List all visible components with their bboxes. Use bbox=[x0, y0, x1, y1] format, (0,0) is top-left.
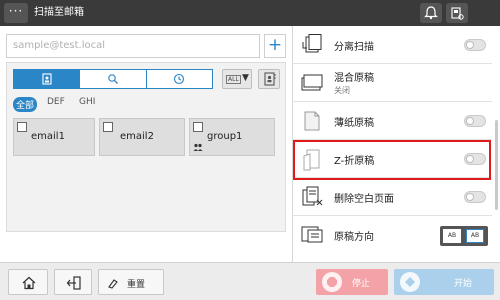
index-tab-ghi[interactable]: GHI bbox=[79, 97, 95, 107]
add-address-button[interactable]: + bbox=[264, 34, 286, 58]
home-button[interactable] bbox=[8, 269, 48, 295]
destination-label: email1 bbox=[31, 131, 65, 142]
tab-search[interactable] bbox=[80, 70, 147, 88]
device-status-button[interactable] bbox=[446, 3, 468, 23]
original-direction-selector[interactable]: AB AB bbox=[440, 226, 488, 246]
settings-row-mixed-original[interactable]: 混合原稿 关闭 bbox=[292, 64, 492, 102]
address-book-button[interactable] bbox=[258, 69, 280, 89]
start-button[interactable]: 开始 bbox=[394, 269, 494, 295]
settings-scrollbar[interactable] bbox=[495, 120, 498, 210]
page-title: 扫描至邮箱 bbox=[34, 7, 84, 18]
menu-button[interactable]: ··· bbox=[4, 3, 28, 23]
settings-label: 混合原稿 bbox=[334, 73, 374, 84]
direction-option-upright[interactable]: AB bbox=[443, 229, 461, 243]
checkbox[interactable] bbox=[17, 122, 27, 132]
destination-item[interactable]: email1 bbox=[13, 118, 95, 156]
stop-icon-bg bbox=[322, 272, 342, 292]
all-badge: ALL bbox=[226, 75, 241, 84]
toggle-switch[interactable] bbox=[464, 115, 486, 127]
group-icon bbox=[193, 143, 203, 151]
reset-button[interactable]: 重置 bbox=[98, 269, 164, 295]
start-icon-bg bbox=[400, 272, 420, 292]
home-icon bbox=[22, 276, 36, 290]
stop-button[interactable]: 停止 bbox=[316, 269, 388, 295]
address-placeholder: sample@test.local bbox=[13, 40, 106, 51]
start-label: 开始 bbox=[454, 279, 473, 289]
reset-label: 重置 bbox=[127, 280, 146, 290]
tab-history[interactable] bbox=[147, 70, 212, 88]
settings-row-blank-page-removal[interactable]: 删除空白页面 bbox=[292, 178, 492, 216]
address-input[interactable]: sample@test.local bbox=[6, 34, 260, 58]
bell-icon bbox=[424, 6, 438, 20]
checkbox[interactable] bbox=[103, 122, 113, 132]
search-icon bbox=[108, 74, 118, 84]
toggle-switch[interactable] bbox=[464, 39, 486, 51]
destination-label: group1 bbox=[207, 131, 243, 142]
settings-label: 分离扫描 bbox=[334, 42, 374, 53]
notification-button[interactable] bbox=[420, 3, 442, 23]
clock-icon bbox=[174, 73, 185, 85]
settings-row-separate-scan[interactable]: 分离扫描 bbox=[292, 26, 492, 64]
start-icon bbox=[405, 277, 415, 287]
mixed-original-icon bbox=[301, 74, 323, 91]
eraser-icon bbox=[108, 279, 118, 289]
logout-button[interactable] bbox=[54, 269, 92, 295]
address-book-icon bbox=[42, 73, 52, 85]
toggle-switch[interactable] bbox=[464, 191, 486, 203]
destination-item[interactable]: group1 bbox=[189, 118, 275, 156]
toggle-knob bbox=[466, 41, 474, 49]
index-tab-def[interactable]: DEF bbox=[47, 97, 65, 107]
index-tab-all[interactable]: 全部 bbox=[13, 97, 38, 112]
address-book-detail-icon bbox=[264, 72, 276, 86]
settings-sub-value: 关闭 bbox=[334, 86, 350, 95]
chevron-down-icon: ▼ bbox=[242, 73, 249, 83]
destination-item[interactable]: email2 bbox=[99, 118, 185, 156]
separate-scan-icon bbox=[302, 34, 322, 53]
thin-paper-icon bbox=[304, 111, 320, 131]
logout-icon bbox=[66, 276, 81, 290]
stop-icon bbox=[327, 277, 337, 287]
tab-address-book[interactable] bbox=[14, 70, 81, 88]
direction-option-rotated[interactable]: AB bbox=[466, 229, 484, 243]
original-direction-icon bbox=[301, 226, 323, 243]
stop-label: 停止 bbox=[352, 279, 371, 289]
settings-label: 删除空白页面 bbox=[334, 194, 394, 205]
toggle-knob bbox=[466, 193, 474, 201]
search-mode-tabs bbox=[13, 69, 213, 89]
selection-highlight bbox=[293, 140, 491, 180]
device-status-icon bbox=[451, 7, 464, 20]
blank-page-removal-icon bbox=[302, 186, 323, 206]
destination-label: email2 bbox=[120, 131, 154, 142]
settings-row-thin-paper[interactable]: 薄纸原稿 bbox=[292, 102, 492, 140]
checkbox[interactable] bbox=[193, 122, 203, 132]
settings-label: 薄纸原稿 bbox=[334, 118, 374, 129]
toggle-knob bbox=[466, 117, 474, 125]
filter-dropdown[interactable]: ALL ▼ bbox=[222, 69, 252, 89]
settings-label: 原稿方向 bbox=[334, 232, 374, 243]
